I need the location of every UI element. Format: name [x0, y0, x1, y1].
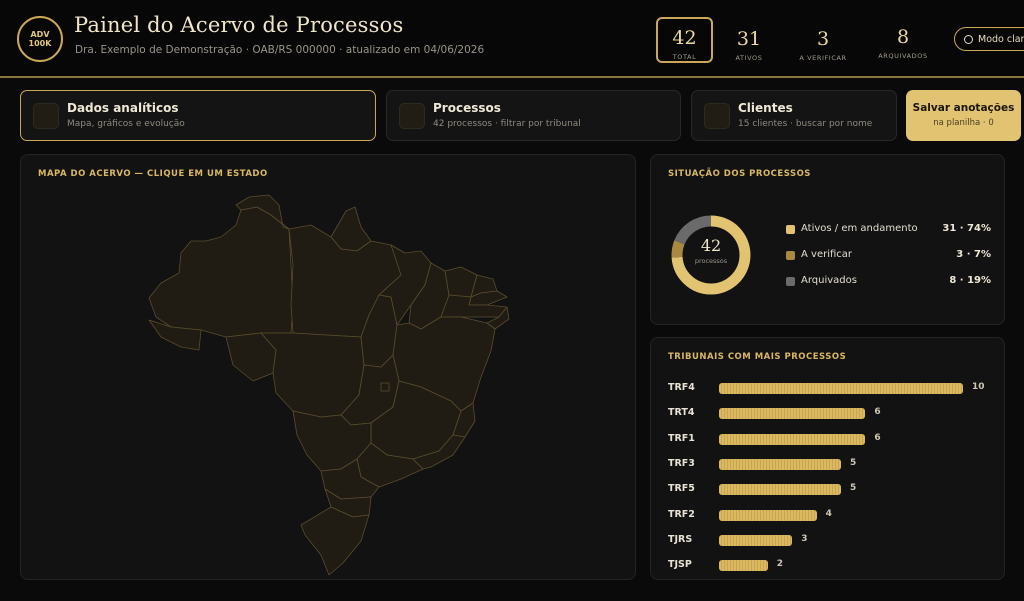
status-panel: SITUAÇÃO DOS PROCESSOS 42 processos Ativ…	[650, 154, 1005, 325]
stat-a-verificar: 3 A VERIFICAR	[794, 18, 852, 62]
tribunal-row-trf1[interactable]: TRF1 6	[668, 433, 998, 447]
legend-label: Ativos / em andamento	[801, 223, 918, 234]
legend-swatch	[786, 277, 795, 286]
legend-label: Arquivados	[801, 275, 857, 286]
tribunal-row-trf3[interactable]: TRF3 5	[668, 458, 998, 472]
tribunal-row-trf4[interactable]: TRF4 10	[668, 382, 998, 396]
tribunal-bar	[719, 408, 866, 420]
tribunal-value: 10	[972, 382, 985, 392]
tribunal-row-tjrs[interactable]: TJRS 3	[668, 534, 998, 548]
state-df[interactable]	[380, 382, 390, 392]
donut-total-label: processos	[694, 257, 728, 265]
save-notes-button[interactable]: Salvar anotações na planilha · 0	[906, 90, 1021, 141]
tribunal-code: TRF5	[668, 483, 695, 495]
brazil-map	[148, 194, 510, 576]
theme-toggle-button[interactable]: Modo claro	[954, 27, 1024, 51]
theme-toggle-label: Modo claro	[978, 33, 1024, 45]
tribunal-row-trt4[interactable]: TRT4 6	[668, 407, 998, 421]
tab-subtitle: Mapa, gráficos e evolução	[67, 119, 185, 129]
legend-swatch	[786, 225, 795, 234]
save-notes-sublabel: na planilha · 0	[933, 118, 994, 128]
state-am[interactable]	[148, 206, 294, 338]
tribunal-value: 4	[825, 508, 832, 519]
state-mt[interactable]	[260, 332, 365, 418]
tribunal-value: 2	[776, 559, 784, 570]
stat-ativos-label: ATIVOS	[735, 54, 763, 62]
tab-subtitle: 42 processos · filtrar por tribunal	[433, 119, 581, 129]
legend-ativos: Ativos / em andamento 31 · 74%	[786, 223, 991, 237]
tribunal-code: TRF1	[668, 432, 695, 444]
header: ADV 100K Painel do Acervo de Processos D…	[0, 0, 1024, 78]
legend-value: 8 · 19%	[949, 275, 991, 286]
tab-processos[interactable]: Processos 42 processos · filtrar por tri…	[386, 90, 681, 141]
tribunal-row-trf2[interactable]: TRF2 4	[668, 509, 998, 523]
logo-line2: 100K	[28, 39, 52, 48]
donut-center: 42 processos	[669, 236, 753, 266]
state-rs[interactable]	[300, 506, 370, 576]
legend-swatch	[786, 251, 795, 260]
tribunal-bar	[719, 509, 817, 521]
logo-line1: ADV	[30, 30, 50, 39]
tribunal-value: 6	[874, 407, 881, 418]
tribunal-bar	[719, 484, 841, 496]
stat-arquivados-value: 8	[896, 26, 910, 48]
logo: ADV 100K	[17, 16, 63, 62]
tab-dados-analiticos[interactable]: Dados analíticos Mapa, gráficos e evoluç…	[20, 90, 376, 141]
chart-icon	[33, 103, 59, 129]
tribunal-code: TRF3	[668, 457, 695, 469]
stat-arquivados: 8 ARQUIVADOS	[872, 18, 934, 60]
tribunal-bar	[719, 560, 768, 572]
legend-value: 31 · 74%	[942, 223, 991, 234]
tribunal-code: TJSP	[668, 559, 692, 571]
status-donut: 42 processos	[669, 213, 753, 297]
tab-title: Processos	[433, 101, 501, 115]
tab-title: Dados analíticos	[67, 101, 179, 115]
tribunal-bar	[719, 433, 866, 445]
tribunal-value: 5	[850, 457, 857, 468]
folder-icon	[399, 103, 425, 129]
tribunal-code: TRF2	[668, 508, 695, 520]
map-panel: MAPA DO ACERVO — CLIQUE EM UM ESTADO	[20, 154, 636, 580]
legend-arquivados: Arquivados 8 · 19%	[786, 275, 991, 289]
tribunal-row-trf5[interactable]: TRF5 5	[668, 483, 998, 497]
status-title: SITUAÇÃO DOS PROCESSOS	[668, 169, 811, 179]
legend-label: A verificar	[801, 249, 853, 260]
stat-a-verificar-value: 3	[816, 28, 830, 50]
tribunal-row-tjsp[interactable]: TJSP 2	[668, 559, 998, 573]
tribunal-code: TJRS	[668, 533, 693, 545]
tribunal-bar	[719, 383, 963, 394]
legend-a-verificar: A verificar 3 · 7%	[786, 249, 991, 263]
tribunal-bar	[719, 534, 793, 546]
users-icon	[704, 103, 730, 129]
tribunais-panel: TRIBUNAIS COM MAIS PROCESSOS TRF4 10 TRT4 6…	[650, 337, 1005, 580]
tribunal-value: 3	[801, 533, 808, 544]
tribunais-title: TRIBUNAIS COM MAIS PROCESSOS	[668, 352, 847, 362]
stat-ativos-value: 31	[736, 28, 762, 50]
page-title: Painel do Acervo de Processos	[74, 13, 404, 37]
save-notes-label: Salvar anotações	[912, 102, 1015, 114]
legend-value: 3 · 7%	[956, 249, 991, 260]
tribunal-value: 6	[874, 432, 881, 443]
tab-title: Clientes	[738, 101, 793, 115]
tribunal-value: 5	[850, 483, 857, 494]
tribunal-code: TRT4	[668, 407, 695, 419]
page-subtitle: Dra. Exemplo de Demonstração · OAB/RS 00…	[75, 44, 485, 56]
stat-ativos: 31 ATIVOS	[724, 18, 774, 62]
tab-clientes[interactable]: Clientes 15 clientes · buscar por nome	[691, 90, 897, 141]
stat-arquivados-label: ARQUIVADOS	[878, 52, 928, 60]
stat-total-label: TOTAL	[672, 53, 697, 61]
tribunal-bar	[719, 458, 841, 470]
tab-subtitle: 15 clientes · buscar por nome	[738, 119, 873, 129]
stat-total-value: 42	[672, 27, 697, 49]
stat-total: 42 TOTAL	[656, 17, 713, 63]
tribunal-code: TRF4	[668, 382, 695, 393]
donut-total: 42	[700, 236, 722, 255]
stat-a-verificar-label: A VERIFICAR	[799, 54, 847, 62]
circle-icon	[964, 34, 973, 44]
